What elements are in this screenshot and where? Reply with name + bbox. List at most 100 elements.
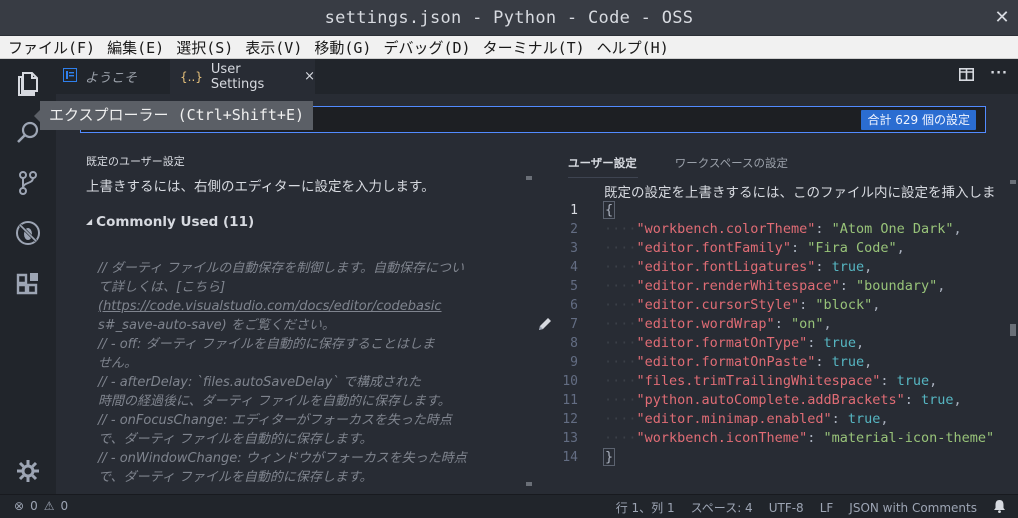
- setting-value: true: [921, 392, 954, 408]
- more-actions-icon[interactable]: ···: [990, 67, 1008, 85]
- colon: :: [774, 316, 791, 332]
- tab-user-settings-scope[interactable]: ユーザー設定: [568, 155, 637, 171]
- line-number: 7: [570, 317, 578, 332]
- setting-value: "on": [790, 316, 824, 332]
- line-numbers: 1 2 3 4 5 6 7 8 9 10 11 12 13 14: [556, 201, 578, 467]
- close-tab-icon[interactable]: ×: [304, 69, 315, 84]
- whitespace-dots: ····: [604, 335, 637, 351]
- notifications-bell-icon[interactable]: [993, 499, 1006, 516]
- line-number: 2: [570, 222, 578, 237]
- menu-selection[interactable]: 選択(S): [176, 37, 233, 58]
- window-title: settings.json - Python - Code - OSS: [324, 7, 694, 28]
- comment-line: // - onFocusChange: エディターがフォーカスを失った時点: [98, 413, 452, 428]
- colon: :: [799, 297, 816, 313]
- split-editor-icon[interactable]: [959, 68, 975, 85]
- cursor-position[interactable]: 行 1、列 1: [616, 499, 675, 516]
- code-line: ····"workbench.iconTheme": "material-ico…: [604, 429, 994, 448]
- scrollbar-marker: [526, 482, 532, 486]
- end-of-line[interactable]: LF: [820, 501, 834, 515]
- setting-key: "editor.renderWhitespace": [636, 278, 840, 294]
- setting-value: "Atom One Dark": [831, 221, 954, 237]
- close-window-icon[interactable]: ✕: [994, 9, 1010, 27]
- code-line: {: [603, 201, 994, 220]
- tab-workspace-settings[interactable]: ワークスペースの設定: [675, 155, 788, 171]
- comment-line: 時間の経過後に、ダーティ ファイルを自動的に保存します。: [98, 394, 451, 409]
- debug-icon[interactable]: [10, 215, 46, 251]
- comment-line: // - onWindowChange: ウィンドウがフォーカスを失った時点: [98, 451, 467, 466]
- language-mode[interactable]: JSON with Comments: [849, 501, 977, 515]
- setting-value: "Fira Code": [807, 240, 897, 256]
- commonly-used-section[interactable]: ◢ Commonly Used (11): [86, 214, 254, 230]
- setting-key: "editor.fontLigatures": [636, 259, 816, 275]
- colon: :: [839, 278, 856, 294]
- comma: ,: [864, 354, 873, 370]
- colon: :: [815, 354, 832, 370]
- code-line: ····"editor.minimap.enabled": true,: [604, 410, 994, 429]
- line-number: 1: [570, 203, 578, 218]
- user-settings-hint: 既定の設定を上書きするには、このファイル内に設定を挿入しま: [604, 185, 996, 201]
- problems-indicator[interactable]: ⊗ 0 ⚠ 0: [14, 499, 68, 513]
- whitespace-dots: ····: [604, 240, 637, 256]
- menu-debug[interactable]: デバッグ(D): [383, 37, 470, 58]
- tab-welcome-label: ようこそ: [85, 71, 138, 86]
- comma: ,: [953, 392, 962, 408]
- right-scrollbar-thumb[interactable]: [1010, 324, 1016, 336]
- manage-gear-icon[interactable]: [10, 453, 46, 489]
- open-brace: {: [603, 201, 616, 219]
- scrollbar-marker: [526, 176, 532, 180]
- edit-pencil-icon[interactable]: [537, 316, 553, 332]
- setting-value: true: [847, 411, 881, 427]
- settings-json-editor[interactable]: {····"workbench.colorTheme": "Atom One D…: [603, 201, 994, 467]
- error-count: 0: [30, 499, 38, 513]
- source-control-icon[interactable]: [10, 165, 46, 201]
- setting-key: "editor.formatOnPaste": [636, 354, 816, 370]
- menu-edit[interactable]: 編集(E): [107, 37, 164, 58]
- comma: ,: [953, 221, 962, 237]
- comma: ,: [872, 297, 881, 313]
- line-number: 11: [562, 393, 578, 408]
- commonly-used-label: Commonly Used (11): [96, 214, 255, 230]
- line-number: 14: [562, 450, 578, 465]
- default-settings-code: // ダーティ ファイルの自動保存を制御します。自動保存につい て詳しくは、[こ…: [98, 259, 518, 487]
- colon: :: [815, 259, 832, 275]
- tab-welcome[interactable]: ようこそ: [56, 59, 169, 94]
- whitespace-dots: ····: [604, 316, 637, 332]
- setting-key: "editor.wordWrap": [636, 316, 775, 332]
- menu-go[interactable]: 移動(G): [314, 37, 371, 58]
- whitespace-dots: ····: [604, 278, 637, 294]
- line-number: 13: [562, 431, 578, 446]
- setting-key: "editor.cursorStyle": [636, 297, 800, 313]
- title-bar: settings.json - Python - Code - OSS ✕: [0, 0, 1018, 36]
- encoding[interactable]: UTF-8: [769, 501, 804, 515]
- menu-bar: ファイル(F) 編集(E) 選択(S) 表示(V) 移動(G) デバッグ(D) …: [0, 36, 1018, 59]
- setting-key: "workbench.colorTheme": [636, 221, 816, 237]
- status-right: 行 1、列 1 スペース: 4 UTF-8 LF JSON with Comme…: [616, 499, 1006, 516]
- left-scrollbar[interactable]: [526, 172, 532, 490]
- code-line: ····"editor.formatOnType": true,: [604, 334, 994, 353]
- setting-key: "editor.fontFamily": [636, 240, 791, 256]
- comma: ,: [880, 411, 889, 427]
- code-line: }: [603, 448, 994, 467]
- docs-link[interactable]: (https://code.visualstudio.com/docs/edit…: [98, 297, 518, 316]
- code-line: ····"workbench.colorTheme": "Atom One Da…: [604, 220, 994, 239]
- menu-terminal[interactable]: ターミナル(T): [483, 37, 585, 58]
- line-number: 4: [570, 260, 578, 275]
- tab-user-settings-label: User Settings: [210, 61, 265, 92]
- colon: :: [904, 392, 921, 408]
- comma: ,: [864, 259, 873, 275]
- whitespace-dots: ····: [604, 392, 637, 408]
- menu-help[interactable]: ヘルプ(H): [597, 37, 669, 58]
- default-settings-title: 既定のユーザー設定: [86, 155, 185, 168]
- comment-line: で、ダーティ ファイルを自動的に保存します。: [98, 470, 373, 485]
- whitespace-dots: ····: [604, 259, 637, 275]
- status-bar: ⊗ 0 ⚠ 0 行 1、列 1 スペース: 4 UTF-8 LF JSON wi…: [0, 494, 1018, 518]
- extensions-icon[interactable]: [10, 265, 46, 301]
- explorer-icon[interactable]: [10, 65, 46, 101]
- indentation[interactable]: スペース: 4: [691, 499, 753, 516]
- tab-user-settings[interactable]: {..} User Settings ×: [170, 59, 315, 94]
- menu-file[interactable]: ファイル(F): [8, 37, 95, 58]
- line-number: 12: [562, 412, 578, 427]
- menu-view[interactable]: 表示(V): [245, 37, 302, 58]
- code-line: ····"editor.fontLigatures": true,: [604, 258, 994, 277]
- editor-actions: ···: [959, 67, 1008, 85]
